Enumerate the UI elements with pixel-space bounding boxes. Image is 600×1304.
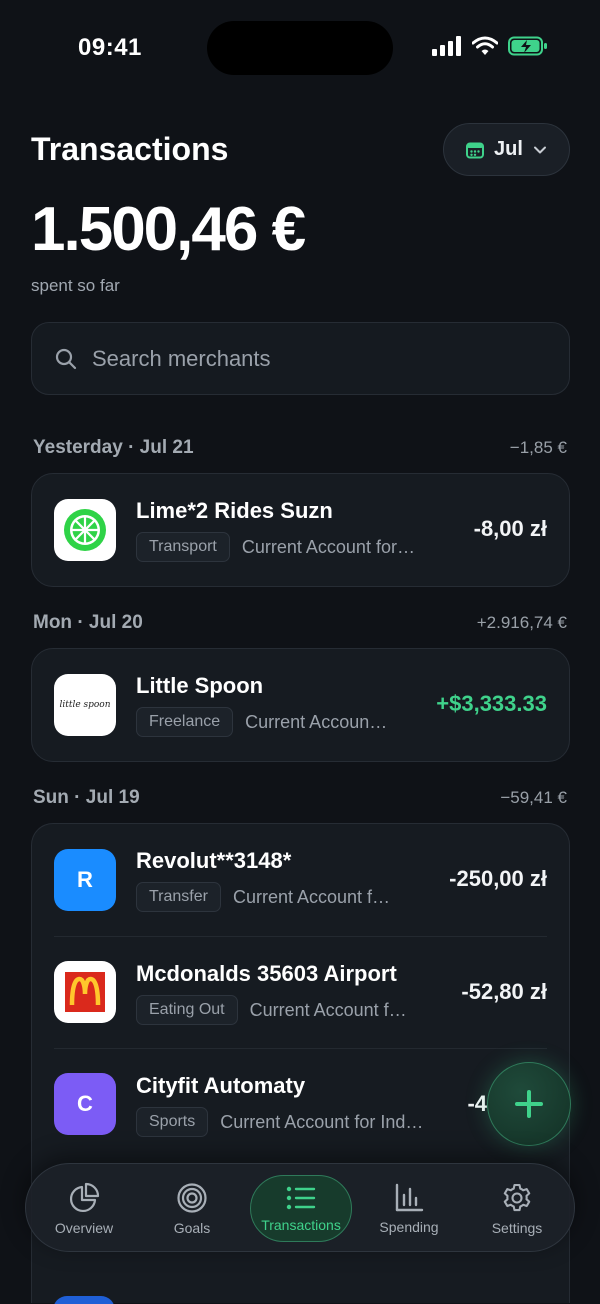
- category-chip[interactable]: Freelance: [136, 707, 234, 737]
- battery-charging-icon: [508, 36, 547, 56]
- month-label: Jul: [494, 138, 523, 160]
- tab-label: Goals: [173, 1219, 211, 1236]
- merchant-name: Mcdonalds 35603 Airport: [136, 961, 397, 986]
- date-group-total: −1,85 €: [509, 438, 567, 457]
- revolut-avatar: R: [54, 849, 116, 911]
- target-icon: [177, 1182, 207, 1213]
- list-icon: [286, 1186, 316, 1209]
- transaction-info: Little Spoon Freelance Current Accoun…: [136, 673, 456, 737]
- category-chip[interactable]: Transport: [136, 532, 230, 562]
- month-picker-button[interactable]: Jul: [443, 123, 570, 176]
- mcdonalds-logo: [54, 961, 116, 1023]
- cellular-signal-icon: [432, 36, 461, 56]
- tab-label: Settings: [491, 1219, 543, 1236]
- dynamic-island: [207, 21, 393, 75]
- transaction-amount: -8,00 zł: [473, 516, 547, 541]
- status-bar: 09:41: [0, 0, 600, 96]
- lime-icon: [54, 499, 116, 561]
- transaction-info: Mcdonalds 35603 Airport Eating Out Curre…: [136, 961, 456, 1025]
- transaction-row[interactable]: R Revolut**3148* Transfer Current Accoun…: [32, 824, 569, 936]
- gear-icon: [503, 1183, 531, 1211]
- category-chip[interactable]: Sports: [136, 1107, 209, 1137]
- next-transaction-logo: [53, 1296, 115, 1304]
- tab-goals[interactable]: Goals: [138, 1164, 246, 1253]
- status-icons: [432, 36, 548, 56]
- revolut-avatar-initial: R: [77, 867, 93, 892]
- date-group-header: Sun · Jul 19 −59,41 €: [33, 787, 567, 809]
- search-placeholder: Search merchants: [92, 345, 271, 371]
- search-merchants-input[interactable]: Search merchants: [31, 322, 570, 395]
- transaction-row[interactable]: Lime*2 Rides Suzn Transport Current Acco…: [32, 474, 569, 586]
- transaction-card: Lime*2 Rides Suzn Transport Current Acco…: [31, 473, 570, 587]
- account-name: Current Account f…: [249, 999, 407, 1020]
- transaction-amount: -4: [467, 1091, 487, 1116]
- category-chip[interactable]: Transfer: [136, 882, 221, 912]
- transaction-info: Revolut**3148* Transfer Current Account …: [136, 848, 456, 912]
- little-spoon-logo-text: little spoon: [59, 700, 111, 710]
- transaction-amount: -52,80 zł: [461, 979, 547, 1004]
- bottom-tab-bar: Overview Goals Transactions Spending Set…: [25, 1163, 575, 1252]
- merchant-name: Revolut**3148*: [136, 848, 292, 873]
- status-time: 09:41: [78, 34, 142, 61]
- tab-label: Overview: [54, 1219, 114, 1236]
- transaction-card: little spoon Little Spoon Freelance Curr…: [31, 648, 570, 762]
- tab-label: Spending: [379, 1218, 439, 1235]
- transaction-amount: -250,00 zł: [449, 866, 547, 891]
- date-group-label: Yesterday · Jul 21: [33, 437, 194, 458]
- total-spent-amount: 1.500,46 €: [31, 195, 306, 264]
- date-group-header: Yesterday · Jul 21 −1,85 €: [33, 437, 567, 459]
- date-group-header: Mon · Jul 20 +2.916,74 €: [33, 612, 567, 634]
- tab-transactions[interactable]: Transactions: [250, 1175, 352, 1242]
- add-transaction-button[interactable]: [487, 1062, 571, 1146]
- cityfit-avatar: C: [54, 1073, 116, 1135]
- page-title: Transactions: [31, 131, 229, 167]
- cityfit-avatar-initial: C: [77, 1091, 93, 1116]
- tab-overview[interactable]: Overview: [30, 1164, 138, 1253]
- search-icon: [55, 348, 77, 369]
- plus-icon: [515, 1090, 543, 1118]
- pie-chart-icon: [69, 1182, 100, 1212]
- account-name: Current Account for Ind…: [220, 1111, 424, 1132]
- account-name: Current Account for…: [241, 536, 415, 557]
- transaction-row[interactable]: little spoon Little Spoon Freelance Curr…: [32, 649, 569, 761]
- tab-spending[interactable]: Spending: [355, 1164, 463, 1253]
- merchant-name: Lime*2 Rides Suzn: [136, 498, 333, 523]
- date-group-total: −59,41 €: [500, 788, 567, 807]
- transaction-info: Lime*2 Rides Suzn Transport Current Acco…: [136, 498, 456, 562]
- transaction-row[interactable]: Mcdonalds 35603 Airport Eating Out Curre…: [54, 936, 547, 1048]
- date-group-label: Mon · Jul 20: [33, 612, 143, 633]
- merchant-name: Little Spoon: [136, 673, 264, 698]
- date-group-label: Sun · Jul 19: [33, 787, 140, 808]
- category-chip[interactable]: Eating Out: [136, 995, 238, 1025]
- tab-settings[interactable]: Settings: [463, 1164, 571, 1253]
- bar-chart-icon: [395, 1183, 424, 1211]
- account-name: Current Accoun…: [245, 711, 388, 732]
- transaction-info: Cityfit Automaty Sports Current Account …: [136, 1073, 456, 1137]
- little-spoon-logo: little spoon: [54, 674, 116, 736]
- wifi-icon: [472, 36, 498, 55]
- transaction-amount: +$3,333.33: [436, 691, 547, 716]
- calendar-icon: [466, 142, 485, 158]
- date-group-total: +2.916,74 €: [476, 613, 567, 632]
- total-spent-caption: spent so far: [31, 276, 120, 295]
- transaction-row[interactable]: C Cityfit Automaty Sports Current Accoun…: [54, 1048, 547, 1160]
- tab-label: Transactions: [261, 1216, 341, 1233]
- account-name: Current Account f…: [232, 886, 391, 907]
- merchant-name: Cityfit Automaty: [136, 1073, 306, 1098]
- chevron-down-icon: [533, 146, 546, 153]
